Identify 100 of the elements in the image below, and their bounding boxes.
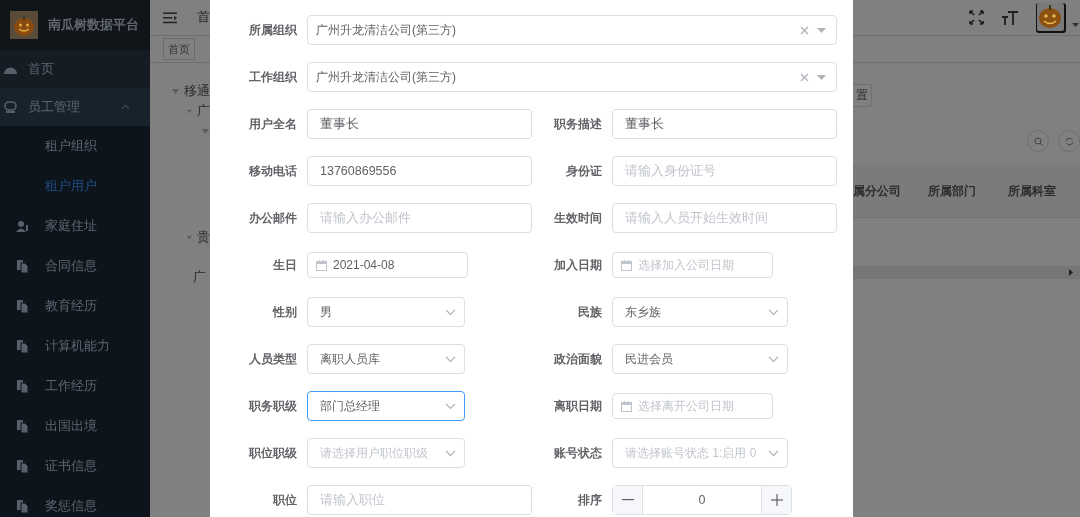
document-icon: [17, 499, 28, 513]
document-icon: [17, 419, 28, 433]
chevron-down-icon: [445, 308, 456, 316]
field-input[interactable]: 选择加入公司日期: [638, 256, 772, 274]
decrement-button[interactable]: [613, 486, 643, 514]
date-field[interactable]: 选择加入公司日期: [612, 252, 773, 278]
field-label: 所属组织: [248, 22, 297, 39]
text-field[interactable]: 请输入办公邮件: [307, 203, 532, 233]
field-input[interactable]: 男: [320, 303, 441, 321]
chevron-down-icon: [445, 355, 456, 363]
date-field[interactable]: 选择离开公司日期: [612, 393, 773, 419]
field-label: 民族: [577, 304, 602, 321]
document-icon: [17, 379, 28, 393]
chevron-down-icon: [768, 308, 779, 316]
menu-item[interactable]: 租户组织: [0, 126, 150, 166]
horizontal-scrollbar[interactable]: [853, 266, 1080, 279]
field-label: 生日: [272, 257, 297, 274]
select-field[interactable]: 广州升龙清洁公司(第三方): [307, 62, 837, 92]
field-input[interactable]: 请选择用户职位职级: [320, 444, 441, 462]
fullscreen-icon: [969, 10, 984, 25]
field-label: 职务描述: [552, 116, 602, 133]
search-icon: [1033, 136, 1043, 146]
field-input[interactable]: 东乡族: [625, 303, 764, 321]
field-input[interactable]: 部门总经理: [320, 397, 441, 415]
field-input[interactable]: 0: [643, 486, 761, 514]
calendar-icon: [621, 259, 632, 271]
increment-button[interactable]: [761, 486, 791, 514]
calendar-icon: [621, 400, 632, 412]
field-label: 移动电话: [248, 163, 297, 180]
field-input[interactable]: 2021-04-08: [333, 256, 467, 274]
avatar-icon: [1036, 2, 1066, 33]
select-field[interactable]: 男: [307, 297, 465, 327]
refresh-icon: [1064, 136, 1074, 146]
dropdown-arrow-icon: [817, 27, 826, 33]
select-field[interactable]: 离职人员库: [307, 344, 465, 374]
field-label: 账号状态: [553, 445, 602, 462]
select-field[interactable]: 民进会员: [612, 344, 788, 374]
select-field[interactable]: 东乡族: [612, 297, 788, 327]
text-field[interactable]: 请输入身份证号: [612, 156, 837, 186]
breadcrumb[interactable]: 首: [197, 8, 210, 27]
tag[interactable]: 首页: [163, 38, 195, 60]
column-header: 所属科室: [1008, 183, 1057, 200]
close-icon: [800, 25, 809, 35]
menu-item[interactable]: 奖惩信息: [0, 486, 150, 517]
menu-item[interactable]: 出国出境: [0, 406, 150, 446]
field-label: 职位: [271, 492, 297, 509]
text-field[interactable]: 请输入人员开始生效时间: [612, 203, 837, 233]
scroll-arrow-icon: [1069, 269, 1073, 276]
caret-icon: [121, 104, 130, 110]
chevron-down-icon: [445, 402, 456, 410]
tree-node[interactable]: 贵: [197, 227, 210, 247]
text-field[interactable]: 董事长: [612, 109, 837, 139]
date-field[interactable]: 2021-04-08: [307, 252, 468, 278]
chevron-down-icon: [768, 355, 779, 363]
user-icon: [16, 219, 29, 233]
reset-button[interactable]: 置: [853, 83, 872, 107]
field-label: 生效时间: [553, 210, 602, 227]
plus-icon: [770, 494, 783, 506]
tree-node[interactable]: 广: [193, 267, 206, 287]
field-label: 用户全名: [248, 116, 297, 133]
pumpkin-logo-icon: [10, 11, 38, 39]
calendar-icon: [316, 259, 327, 271]
app-title: 南瓜树数据平台: [48, 16, 139, 34]
column-header: 属分公司: [853, 183, 902, 200]
field-input[interactable]: 民进会员: [625, 350, 764, 368]
field-label: 加入日期: [553, 257, 602, 274]
field-input[interactable]: 广州升龙清洁公司(第三方): [316, 21, 792, 39]
text-field[interactable]: 请输入职位: [307, 485, 532, 515]
text-field[interactable]: 13760869556: [307, 156, 532, 186]
field-label: 办公邮件: [248, 210, 297, 227]
field-input[interactable]: 离职人员库: [320, 350, 441, 368]
menu-item[interactable]: 家庭住址: [0, 206, 150, 246]
chevron-down-icon: [768, 449, 779, 457]
tree-node[interactable]: 移通: [184, 81, 210, 101]
field-label: 离职日期: [553, 398, 602, 415]
column-header: 所属部门: [928, 183, 977, 200]
chevron-down-icon: [445, 449, 456, 457]
field-label: 身份证: [565, 163, 602, 180]
field-label: 人员类型: [248, 351, 297, 368]
caret-icon: [1072, 22, 1079, 27]
select-field[interactable]: 广州升龙清洁公司(第三方): [307, 15, 837, 45]
minus-icon: [621, 499, 634, 501]
field-input[interactable]: 广州升龙清洁公司(第三方): [316, 68, 792, 86]
menu-item[interactable]: 合同信息: [0, 246, 150, 286]
select-field[interactable]: 部门总经理: [307, 391, 465, 421]
field-label: 工作组织: [248, 69, 297, 86]
menu-icon: [163, 11, 177, 24]
field-label: 性别: [271, 304, 297, 321]
field-label: 职务职级: [247, 398, 297, 415]
menu-item[interactable]: 工作经历: [0, 366, 150, 406]
document-icon: [17, 299, 28, 313]
text-size-icon: [1002, 10, 1018, 25]
menu-item[interactable]: 证书信息: [0, 446, 150, 486]
number-field[interactable]: 0: [612, 485, 792, 515]
field-input[interactable]: 选择离开公司日期: [638, 397, 772, 415]
document-icon: [17, 339, 28, 353]
field-label: 排序: [577, 492, 602, 509]
text-field[interactable]: 董事长: [307, 109, 532, 139]
select-field[interactable]: 请选择用户职位职级: [307, 438, 465, 468]
tree-node[interactable]: 广: [197, 101, 210, 121]
